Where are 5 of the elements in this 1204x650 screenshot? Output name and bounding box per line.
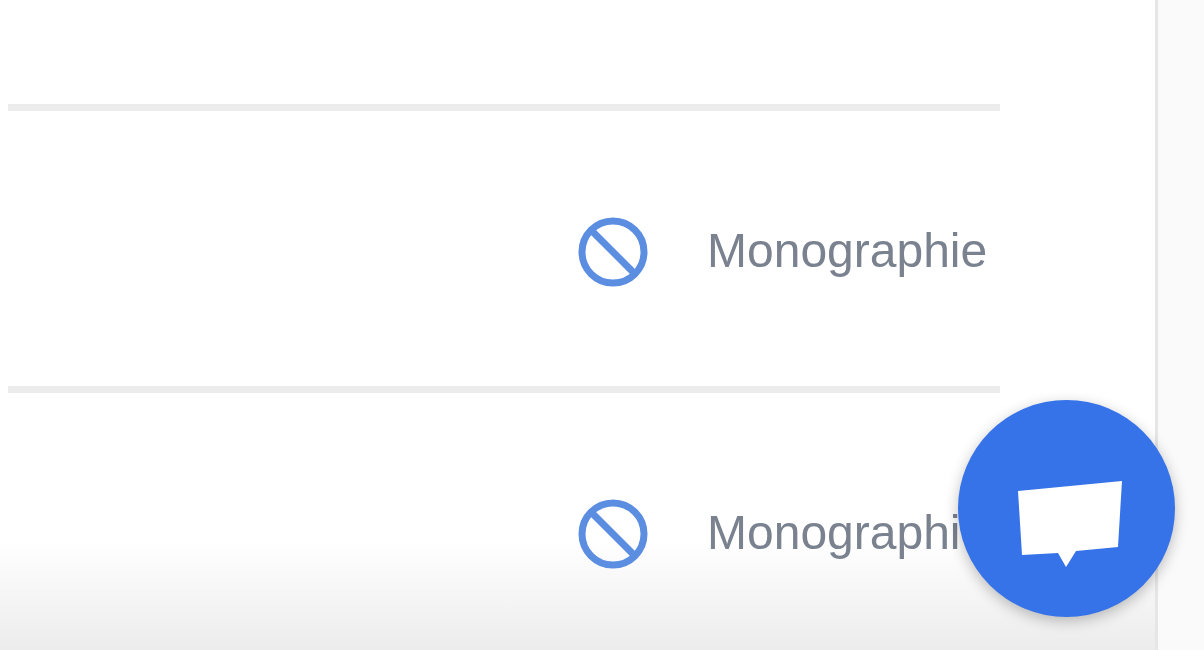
blocked-icon [577,497,649,570]
row-label: Monographie [707,223,988,278]
row-label: Monographi [707,505,961,560]
blocked-icon [577,215,649,288]
speech-bubble-icon [1017,480,1122,567]
